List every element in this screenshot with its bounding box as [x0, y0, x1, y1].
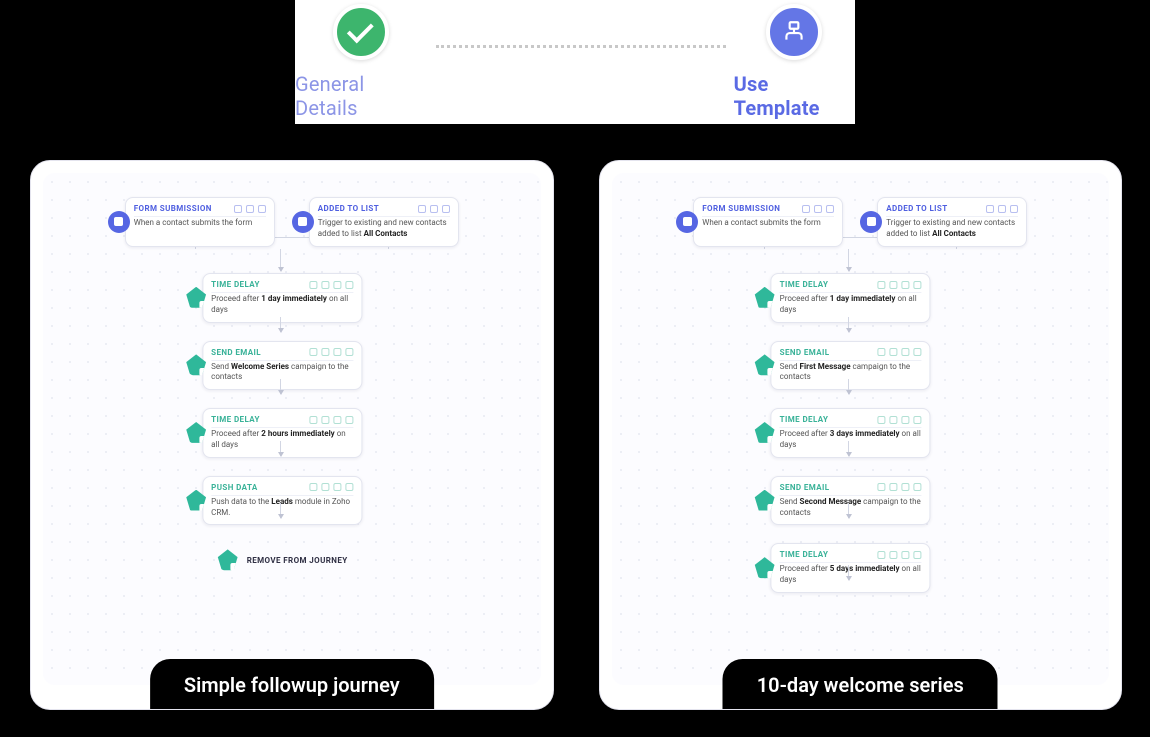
- node-toolbar: [878, 416, 922, 424]
- node-title: SEND EMAIL: [780, 483, 830, 492]
- connector-arrow: [280, 441, 281, 456]
- node-title: TIME DELAY: [780, 550, 829, 559]
- node-toolbar: [878, 551, 922, 559]
- action-node: TIME DELAY Proceed after 1 day immediate…: [771, 273, 931, 323]
- mail-icon: [754, 354, 776, 376]
- form-icon: [108, 211, 130, 233]
- connector-arrow: [848, 249, 849, 271]
- node-toolbar: [309, 483, 353, 491]
- clock-icon: [185, 422, 207, 444]
- node-title: TIME DELAY: [211, 280, 260, 289]
- action-node: TIME DELAY Proceed after 3 days immediat…: [771, 408, 931, 458]
- action-node: TIME DELAY Proceed after 2 hours immedia…: [202, 408, 362, 458]
- action-node: TIME DELAY Proceed after 5 days immediat…: [771, 543, 931, 593]
- connector-arrow: [848, 565, 849, 580]
- node-toolbar: [878, 483, 922, 491]
- list-icon: [292, 211, 314, 233]
- end-label: REMOVE FROM JOURNEY: [247, 556, 348, 565]
- trigger-node: FORM SUBMISSION When a contact submits t…: [125, 197, 275, 247]
- node-toolbar: [234, 205, 266, 213]
- template-card[interactable]: FORM SUBMISSION When a contact submits t…: [30, 160, 554, 710]
- template-card[interactable]: FORM SUBMISSION When a contact submits t…: [599, 160, 1123, 710]
- list-icon: [860, 211, 882, 233]
- clock-icon: [754, 422, 776, 444]
- action-node: SEND EMAIL Send First Message campaign t…: [771, 341, 931, 391]
- trigger-node: FORM SUBMISSION When a contact submits t…: [693, 197, 843, 247]
- action-node: SEND EMAIL Send Welcome Series campaign …: [202, 341, 362, 391]
- node-toolbar: [878, 348, 922, 356]
- connector-arrow: [280, 503, 281, 518]
- mail-icon: [185, 354, 207, 376]
- connector-arrow: [280, 379, 281, 394]
- wizard-stepper: General Details Use Template: [295, 0, 855, 124]
- node-toolbar: [309, 348, 353, 356]
- form-icon: [676, 211, 698, 233]
- node-title: SEND EMAIL: [780, 348, 830, 357]
- node-title: SEND EMAIL: [211, 348, 261, 357]
- node-title: ADDED TO LIST: [886, 204, 947, 213]
- clock-icon: [754, 287, 776, 309]
- step-general-details[interactable]: General Details: [295, 4, 428, 120]
- connector-arrow: [848, 379, 849, 394]
- node-toolbar: [309, 416, 353, 424]
- template-title: Simple followup journey: [150, 659, 434, 710]
- exit-icon: [217, 549, 239, 571]
- node-title: FORM SUBMISSION: [702, 204, 780, 213]
- step-use-template[interactable]: Use Template: [734, 4, 855, 120]
- step-label: Use Template: [734, 72, 855, 120]
- clock-icon: [754, 557, 776, 579]
- end-node: REMOVE FROM JOURNEY: [202, 549, 362, 571]
- node-body: When a contact submits the form: [134, 218, 252, 227]
- template-cards: FORM SUBMISSION When a contact submits t…: [30, 160, 1122, 710]
- template-title: 10-day welcome series: [723, 659, 998, 710]
- journey-preview: FORM SUBMISSION When a contact submits t…: [612, 173, 1110, 685]
- push-icon: [185, 490, 207, 512]
- node-title: TIME DELAY: [780, 280, 829, 289]
- node-title: ADDED TO LIST: [318, 204, 379, 213]
- node-body: When a contact submits the form: [702, 218, 820, 227]
- trigger-node: ADDED TO LIST Trigger to existing and ne…: [309, 197, 459, 247]
- connector-arrow: [848, 317, 849, 332]
- mail-icon: [754, 490, 776, 512]
- connector-arrow: [280, 249, 281, 271]
- step-connector: [436, 45, 726, 48]
- node-title: PUSH DATA: [211, 483, 258, 492]
- connector-arrow: [848, 503, 849, 518]
- node-title: FORM SUBMISSION: [134, 204, 212, 213]
- connector-arrow: [280, 317, 281, 332]
- step-label: General Details: [295, 72, 428, 120]
- clock-icon: [185, 287, 207, 309]
- node-toolbar: [418, 205, 450, 213]
- node-toolbar: [309, 281, 353, 289]
- node-title: TIME DELAY: [211, 415, 260, 424]
- node-toolbar: [986, 205, 1018, 213]
- action-node: TIME DELAY Proceed after 1 day immediate…: [202, 273, 362, 323]
- node-toolbar: [878, 281, 922, 289]
- node-title: TIME DELAY: [780, 415, 829, 424]
- check-icon: [333, 4, 389, 60]
- trigger-node: ADDED TO LIST Trigger to existing and ne…: [877, 197, 1027, 247]
- node-toolbar: [802, 205, 834, 213]
- journey-preview: FORM SUBMISSION When a contact submits t…: [43, 173, 541, 685]
- connector-arrow: [848, 441, 849, 456]
- template-icon: [766, 4, 822, 60]
